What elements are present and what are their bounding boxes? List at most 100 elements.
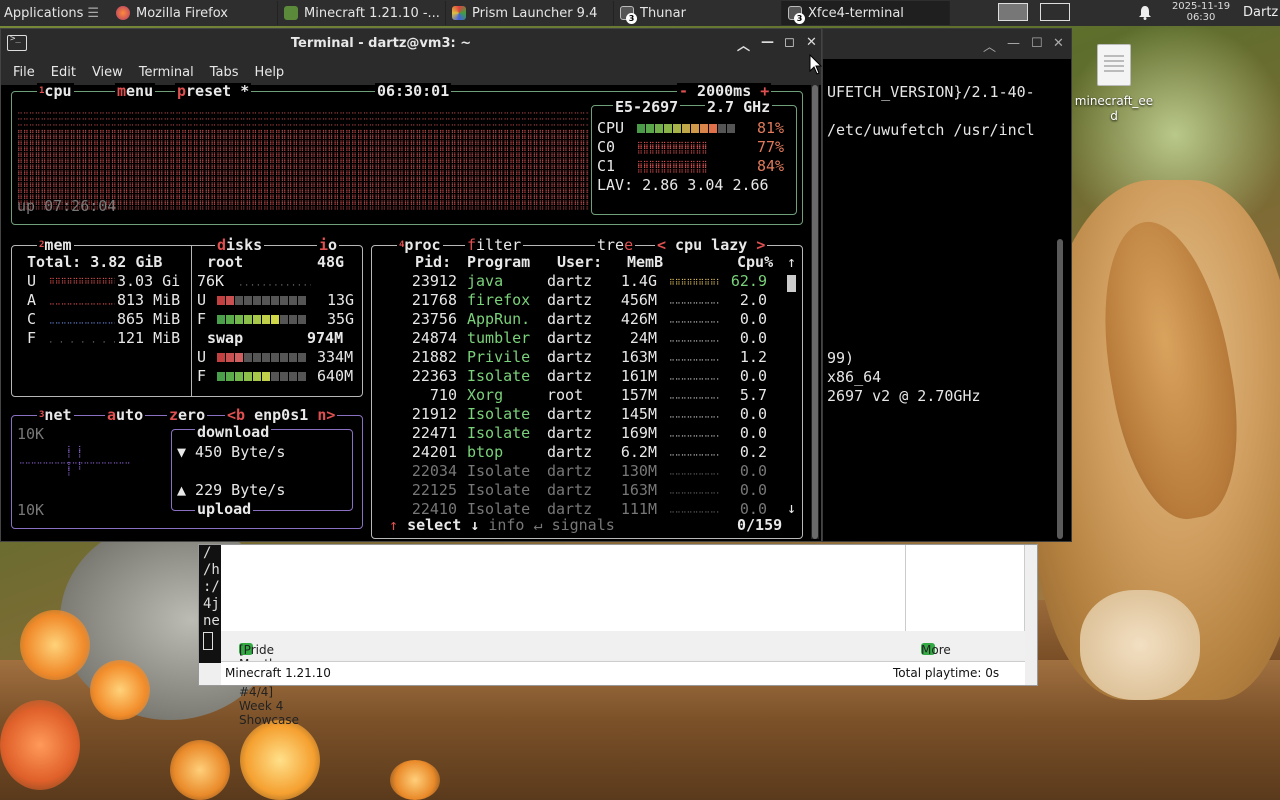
scrollbar[interactable] bbox=[1057, 239, 1063, 539]
disk-used-meter bbox=[217, 296, 306, 305]
menu-terminal[interactable]: Terminal bbox=[131, 65, 202, 80]
document-icon bbox=[1097, 44, 1131, 86]
terminal-window[interactable]: Terminal - dartz@vm3: ~ ︿ — ◻ ✕ File Edi… bbox=[0, 28, 822, 542]
process-pid: 24201 bbox=[411, 443, 457, 461]
status-bar: Minecraft 1.21.10 Total playtime: 0s bbox=[221, 661, 1025, 685]
workspace-2[interactable] bbox=[1040, 3, 1070, 21]
process-cpu-graph: ⣀⣀⣀⣀⣀⣀⣀⣀⣀⣀ bbox=[669, 430, 719, 437]
process-mem: 169M bbox=[620, 424, 657, 442]
desktop-file-minecraft-eed[interactable]: minecraft_ee d bbox=[1074, 44, 1154, 124]
taskbar-item-xfce4-terminal[interactable]: 3 Xfce4-terminal bbox=[782, 1, 950, 25]
signals-action[interactable]: signals bbox=[552, 516, 615, 534]
mem-used-value: 3.03 Gi bbox=[117, 272, 181, 290]
load-average: LAV: 2.86 3.04 2.66 bbox=[597, 176, 769, 194]
process-user: dartz bbox=[547, 272, 593, 290]
close-icon[interactable]: ✕ bbox=[1053, 36, 1064, 51]
sort-direction-icon[interactable]: ↑ bbox=[787, 253, 796, 272]
minimize-icon[interactable]: — bbox=[1007, 36, 1020, 51]
select-action[interactable]: select ↓ bbox=[407, 516, 479, 534]
notification-bell-icon[interactable] bbox=[1138, 5, 1152, 20]
filter-button[interactable]: filter bbox=[465, 237, 524, 253]
disk-root-size: 48G bbox=[317, 253, 345, 271]
tree-toggle[interactable]: tree bbox=[595, 237, 636, 253]
minimize-up-icon[interactable]: ︿ bbox=[983, 36, 996, 55]
process-mem: 24M bbox=[629, 329, 657, 347]
proc-header-program[interactable]: Program bbox=[467, 253, 530, 272]
process-cpu: 0.2 bbox=[739, 443, 767, 461]
io-toggle[interactable]: io bbox=[317, 237, 340, 253]
info-action[interactable]: info ↵ bbox=[488, 516, 542, 534]
close-icon[interactable]: ✕ bbox=[806, 35, 817, 50]
proc-footer: ↑ select ↓ info ↵ signals bbox=[387, 516, 617, 534]
workspace-1[interactable] bbox=[998, 3, 1028, 21]
terminal-scrollbar[interactable] bbox=[811, 85, 819, 539]
process-pid: 21882 bbox=[411, 348, 457, 366]
process-cpu: 0.0 bbox=[739, 367, 767, 385]
proc-scroll-thumb[interactable] bbox=[787, 275, 796, 292]
disk-free-meter bbox=[217, 315, 306, 324]
background-terminal-window[interactable]: ︿ — ☐ ✕ UFETCH_VERSION}/2.1-40- /etc/uwu… bbox=[822, 28, 1072, 542]
process-cpu-graph: ⣿⣿⣿⣿⣿⣿⣿⣿⣿⣿ bbox=[669, 278, 719, 285]
taskbar-item-label: Thunar bbox=[640, 5, 686, 21]
process-mem: 157M bbox=[620, 386, 657, 404]
cpu-model: E5-2697 bbox=[613, 98, 681, 116]
taskbar-item-thunar[interactable]: 3 Thunar bbox=[614, 1, 782, 25]
maximize-icon[interactable]: ☐ bbox=[1031, 36, 1043, 51]
terminal-titlebar[interactable]: Terminal - dartz@vm3: ~ ︿ — ◻ ✕ bbox=[1, 29, 821, 59]
cpu-total-label: CPU bbox=[597, 119, 625, 137]
update-interval[interactable]: - 2000ms + bbox=[677, 83, 772, 99]
menu-tabs[interactable]: Tabs bbox=[202, 65, 247, 80]
process-cpu-graph: ⣀⣀⣀⣀⣀⣀⣀⣀⣀⣀ bbox=[669, 316, 719, 323]
desktop-file-label: minecraft_ee bbox=[1074, 94, 1154, 108]
swap-free-key: F bbox=[197, 367, 207, 385]
process-cpu-graph: ⣀⣀⣀⣀⣀⣀⣀⣀⣀⣀ bbox=[669, 468, 719, 475]
selected-instance: Minecraft 1.21.10 bbox=[225, 666, 331, 680]
core1-graph: ⣿⣿⣿⣿⣿⣿⣿⣿⣿⣿⣿⣿ ⣿⣿⣿⣿⣿⣿⣿⣿⣿⣿⣿⣿ bbox=[637, 160, 708, 173]
swap-size: 974M bbox=[307, 329, 344, 347]
roll-up-icon[interactable]: ︿ bbox=[737, 35, 750, 54]
disk-free-value: 35G bbox=[327, 310, 355, 328]
net-zero-toggle[interactable]: zero bbox=[167, 407, 208, 423]
clock-display: 06:30:01 bbox=[375, 82, 452, 100]
process-pid: 21912 bbox=[411, 405, 457, 423]
menu-view[interactable]: View bbox=[84, 65, 131, 80]
mem-cached-value: 865 MiB bbox=[117, 310, 181, 328]
preset-tab[interactable]: preset * bbox=[175, 83, 252, 99]
background-terminal-titlebar: ︿ — ☐ ✕ bbox=[823, 29, 1071, 59]
proc-header-mem[interactable]: MemB bbox=[627, 253, 663, 272]
process-cpu-graph: ⣀⣀⣀⣀⣀⣀⣀⣀⣀⣀ bbox=[669, 373, 719, 380]
mem-cached-meter: ⣀⣀⣀⣀⣀⣀⣀⣀⣀⣀⣀⣀⣀⣀⣀⣀⣀⣀⣀⣀⣀⣀ bbox=[49, 317, 115, 324]
net-interface-selector[interactable]: <b enp0s1 n> bbox=[225, 407, 338, 423]
process-cpu-graph: ⣀⣀⣀⣀⣀⣀⣀⣀⣀⣀ bbox=[669, 392, 719, 399]
mem-total: Total: 3.82 GiB bbox=[27, 253, 163, 271]
maximize-icon[interactable]: ◻ bbox=[784, 35, 795, 50]
taskbar-item-firefox[interactable]: Mozilla Firefox bbox=[110, 1, 278, 25]
menu-file[interactable]: File bbox=[5, 65, 43, 80]
sort-selector[interactable]: < cpu lazy > bbox=[655, 237, 768, 253]
cpu-total-meter bbox=[637, 124, 735, 133]
process-program: Isolate bbox=[467, 462, 531, 480]
menu-edit[interactable]: Edit bbox=[43, 65, 84, 80]
applications-menu[interactable]: Applications ☰ bbox=[0, 0, 110, 26]
taskbar-item-minecraft[interactable]: Minecraft 1.21.10 -... bbox=[278, 1, 446, 25]
panel-clock[interactable]: 2025-11-19 06:30 bbox=[1166, 1, 1236, 23]
taskbar-item-prism[interactable]: Prism Launcher 9.4 bbox=[446, 1, 614, 25]
menu-tab[interactable]: menu bbox=[115, 83, 156, 99]
prism-launcher-window[interactable]: / /h :/ 4j ne [Pride Month 2025 #4/4] We… bbox=[198, 544, 1038, 727]
process-cpu: 1.2 bbox=[739, 348, 767, 366]
total-playtime: Total playtime: 0s bbox=[893, 666, 1000, 680]
proc-header-user[interactable]: User: bbox=[557, 253, 602, 272]
proc-header-pid[interactable]: Pid: bbox=[415, 253, 451, 272]
process-cpu-graph: ⣀⣀⣀⣀⣀⣀⣀⣀⣀⣀ bbox=[669, 297, 719, 304]
proc-header-cpu[interactable]: Cpu% bbox=[737, 253, 773, 272]
btop-screen[interactable]: 1cpu menu preset * 06:30:01 - 2000ms + ⣀… bbox=[1, 82, 813, 541]
menu-help[interactable]: Help bbox=[247, 65, 293, 80]
scroll-down-icon[interactable]: ↓ bbox=[787, 499, 796, 518]
net-auto-toggle[interactable]: auto bbox=[105, 407, 146, 423]
process-cpu-graph: ⣀⣀⣀⣀⣀⣀⣀⣀⣀⣀ bbox=[669, 506, 719, 513]
taskbar-item-label: Xfce4-terminal bbox=[808, 5, 904, 21]
user-menu[interactable]: Dartz bbox=[1243, 5, 1278, 20]
minimize-icon[interactable]: — bbox=[761, 35, 774, 50]
cpu-box-title: 1cpu bbox=[37, 82, 74, 100]
process-mem: 456M bbox=[620, 291, 657, 309]
